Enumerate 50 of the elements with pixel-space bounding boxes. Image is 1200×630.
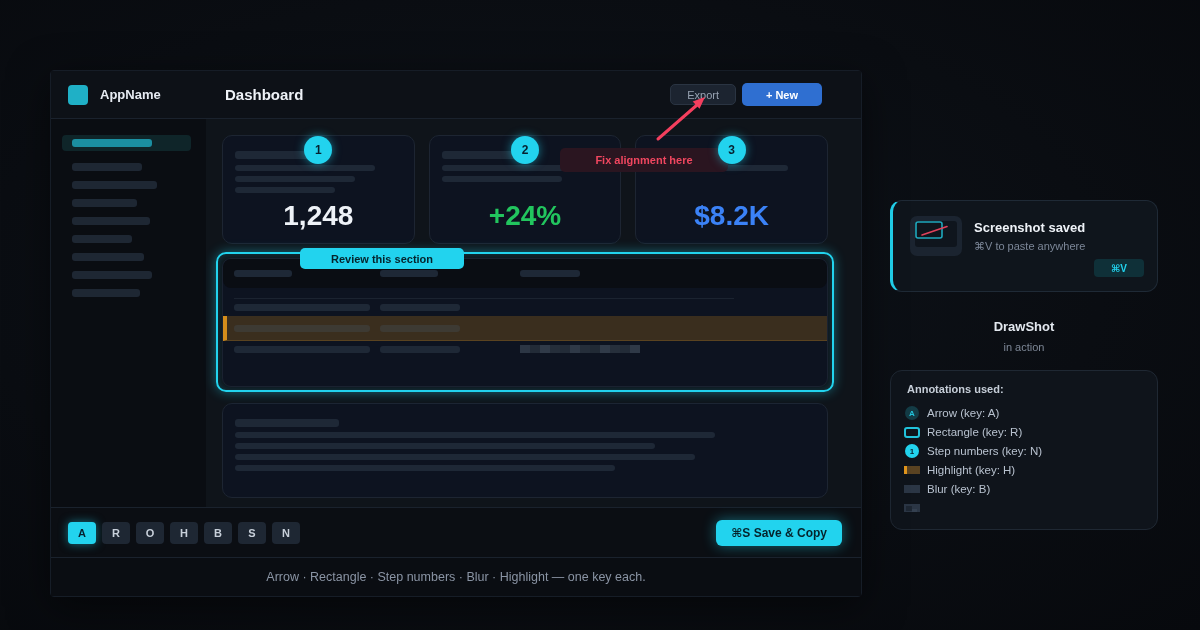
legend-title: Annotations used:	[907, 383, 1004, 395]
legend-label: Rectangle (key: R)	[927, 426, 1023, 439]
skeleton-line	[520, 270, 580, 277]
step-badge: 1	[304, 136, 333, 164]
blur-swatch-icon	[904, 484, 920, 493]
toast-title: Screenshot saved	[974, 220, 1086, 236]
product-name: DrawShot	[993, 319, 1055, 334]
legend-label: Arrow (key: A)	[927, 407, 1000, 420]
skeleton-line	[72, 199, 137, 207]
stat-value: +24%	[488, 200, 562, 232]
logo-icon	[68, 84, 88, 105]
save-copy-button[interactable]: ⌘S Save & Copy	[716, 519, 842, 546]
export-button[interactable]: Export	[670, 84, 736, 105]
tool-key[interactable]: H	[170, 521, 198, 544]
legend-label: Step numbers (key: N)	[927, 445, 1043, 458]
tool-key[interactable]: N	[272, 521, 300, 544]
skeleton-line	[380, 270, 438, 277]
stat-value: 1,248	[283, 200, 354, 232]
skeleton-line	[72, 235, 132, 243]
caption-text: Arrow · Rectangle · Step numbers · Blur · Highlight — one key each.	[266, 570, 646, 584]
stat-value: $8.2K	[694, 200, 769, 232]
pixelated-swatch-icon	[904, 503, 920, 512]
legend-label: Highlight (key: H)	[927, 463, 1016, 476]
new-button[interactable]: + New	[742, 83, 822, 106]
app-name: AppName	[100, 87, 161, 102]
annotation-label: Review this section	[300, 248, 464, 269]
highlight-swatch-icon	[904, 465, 920, 474]
step-badge: 2	[511, 136, 539, 164]
page-title: Dashboard	[225, 86, 304, 103]
screenshot-thumbnail-icon	[910, 216, 962, 256]
skeleton-line	[234, 270, 292, 277]
callout-label: Fix alignment here	[560, 148, 728, 172]
toast-subtitle: ⌘V to paste anywhere	[974, 239, 1086, 253]
tool-key[interactable]: R	[102, 521, 130, 544]
skeleton-line	[72, 163, 142, 171]
step-badge: 1	[905, 444, 919, 459]
sidebar-item[interactable]	[62, 135, 191, 151]
product-tagline: in action	[1003, 341, 1045, 353]
tool-key[interactable]: S	[238, 521, 266, 544]
tool-key[interactable]: A	[68, 521, 96, 544]
skeleton-line	[72, 253, 144, 261]
tool-key[interactable]: O	[136, 521, 164, 544]
tool-key[interactable]: B	[204, 521, 232, 544]
annotation-arrow	[656, 97, 705, 141]
key-badge: A	[905, 406, 919, 421]
step-badge: 3	[717, 136, 746, 164]
legend-label: Blur (key: B)	[927, 482, 991, 495]
rectangle-icon	[904, 426, 920, 438]
skeleton-line	[72, 289, 140, 297]
shortcut-keycap: ⌘V	[1094, 259, 1144, 277]
